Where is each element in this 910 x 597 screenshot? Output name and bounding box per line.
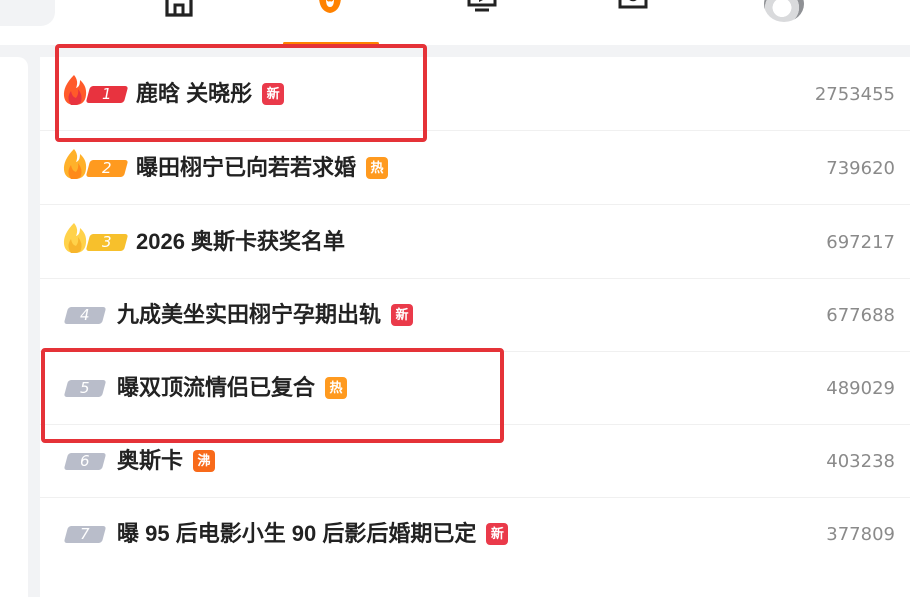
video-icon[interactable]: [464, 0, 500, 18]
heat-count: 403238: [826, 451, 895, 472]
list-item[interactable]: 3 2026 奥斯卡获奖名单 697217: [40, 205, 910, 279]
top-nav-bar: [0, 0, 910, 45]
highlight-box: [41, 348, 504, 443]
heat-count: 2753455: [814, 84, 895, 105]
hot-icon[interactable]: [312, 0, 348, 18]
list-item[interactable]: 4 九成美坐实田栩宁孕期出轨新 677688: [40, 278, 910, 352]
rank-badge: 3: [85, 233, 129, 251]
highlight-box: [55, 44, 427, 142]
tag-new-badge: 新: [486, 523, 509, 545]
search-box-edge[interactable]: [0, 0, 55, 26]
rank-badge: 7: [63, 525, 107, 543]
heat-count: 697217: [826, 232, 895, 253]
message-icon[interactable]: [615, 0, 651, 18]
hot-item-title[interactable]: 曝 95 后电影小生 90 后影后婚期已定新: [117, 520, 509, 548]
hot-item-title[interactable]: 奥斯卡沸: [117, 447, 216, 475]
heat-count: 739620: [826, 158, 895, 179]
home-icon[interactable]: [161, 0, 197, 18]
heat-count: 677688: [826, 305, 895, 326]
hot-item-title[interactable]: 2026 奥斯卡获奖名单: [136, 228, 345, 256]
hot-item-title[interactable]: 九成美坐实田栩宁孕期出轨新: [117, 301, 414, 329]
rank-badge: 2: [85, 159, 129, 177]
heat-count: 377809: [826, 524, 895, 545]
left-side-panel: [0, 57, 28, 597]
avatar[interactable]: [764, 0, 804, 22]
heat-count: 489029: [826, 378, 895, 399]
rank-badge: 6: [63, 452, 107, 470]
hot-item-title[interactable]: 曝田栩宁已向若若求婚热: [136, 154, 389, 182]
tag-hot-badge: 热: [366, 157, 389, 179]
list-item[interactable]: 2 曝田栩宁已向若若求婚热 739620: [40, 131, 910, 205]
tag-new-badge: 新: [391, 304, 414, 326]
rank-badge: 4: [63, 306, 107, 324]
tag-boil-badge: 沸: [193, 450, 216, 472]
list-item[interactable]: 7 曝 95 后电影小生 90 后影后婚期已定新 377809: [40, 497, 910, 570]
